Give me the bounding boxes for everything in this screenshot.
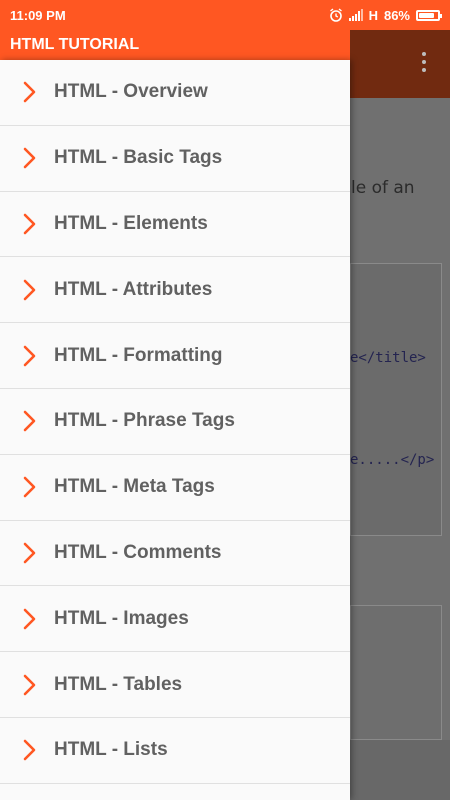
background-code-line: e</title>: [350, 350, 426, 366]
network-type: H: [368, 7, 378, 23]
drawer-item-label: HTML - Formatting: [54, 344, 223, 366]
background-code-box: [350, 263, 442, 536]
overflow-menu-icon: [422, 52, 428, 72]
drawer-item[interactable]: HTML - Attributes: [0, 257, 350, 324]
drawer-item-label: HTML - Basic Tags: [54, 147, 223, 169]
chevron-right-icon: [0, 279, 54, 301]
chevron-right-icon: [0, 345, 54, 367]
drawer-item[interactable]: HTML - Phrase Tags: [0, 389, 350, 455]
alarm-icon: [329, 8, 342, 22]
chevron-right-icon: [0, 147, 54, 169]
status-bar: 11:09 PM H 86%: [0, 0, 450, 30]
drawer-item-label: HTML - Phrase Tags: [54, 410, 235, 432]
status-icons: H 86%: [329, 7, 442, 23]
navigation-drawer[interactable]: HTML - Overview HTML - Basic Tags HTML - E…: [0, 60, 350, 800]
chevron-right-icon: [0, 81, 54, 103]
drawer-item-label: HTML - Attributes: [54, 278, 213, 300]
drawer-item[interactable]: HTML - Elements: [0, 192, 350, 258]
drawer-item-label: HTML - Comments: [54, 541, 222, 563]
drawer-item-label: HTML - Tables: [54, 673, 183, 695]
background-toolbar: [350, 30, 450, 98]
drawer-item-label: HTML - Meta Tags: [54, 476, 215, 498]
drawer-item[interactable]: HTML - Comments: [0, 521, 350, 587]
background-text: le of an: [351, 178, 415, 198]
drawer-item[interactable]: HTML - Basic Tags: [0, 126, 350, 192]
status-time: 11:09 PM: [10, 7, 66, 23]
background-code-line: e.....</p>: [350, 452, 435, 468]
drawer-item-label: HTML - Overview: [54, 81, 208, 103]
drawer-title: HTML TUTORIAL: [0, 30, 350, 60]
background-bottom-bar: [350, 740, 450, 800]
drawer-item[interactable]: HTML - Formatting: [0, 323, 350, 389]
signal-icon: [348, 9, 363, 21]
chevron-right-icon: [0, 213, 54, 235]
battery-percent: 86%: [383, 7, 410, 23]
chevron-right-icon: [0, 476, 54, 498]
chevron-right-icon: [0, 739, 54, 761]
chevron-right-icon: [0, 410, 54, 432]
drawer-item[interactable]: HTML - Meta Tags: [0, 455, 350, 521]
drawer-item[interactable]: HTML - Images: [0, 586, 350, 653]
drawer-item-label: HTML - Elements: [54, 212, 208, 234]
drawer-item[interactable]: HTML - Tables: [0, 652, 350, 718]
drawer-item-label: HTML - Lists: [54, 739, 168, 761]
background-code-box: [350, 605, 442, 740]
chevron-right-icon: [0, 674, 54, 696]
battery-icon: [416, 9, 442, 21]
chevron-right-icon: [0, 608, 54, 630]
chevron-right-icon: [0, 542, 54, 564]
drawer-item[interactable]: HTML - Lists: [0, 718, 350, 784]
drawer-item-label: HTML - Images: [54, 607, 189, 629]
drawer-item[interactable]: HTML - Overview: [0, 60, 350, 126]
